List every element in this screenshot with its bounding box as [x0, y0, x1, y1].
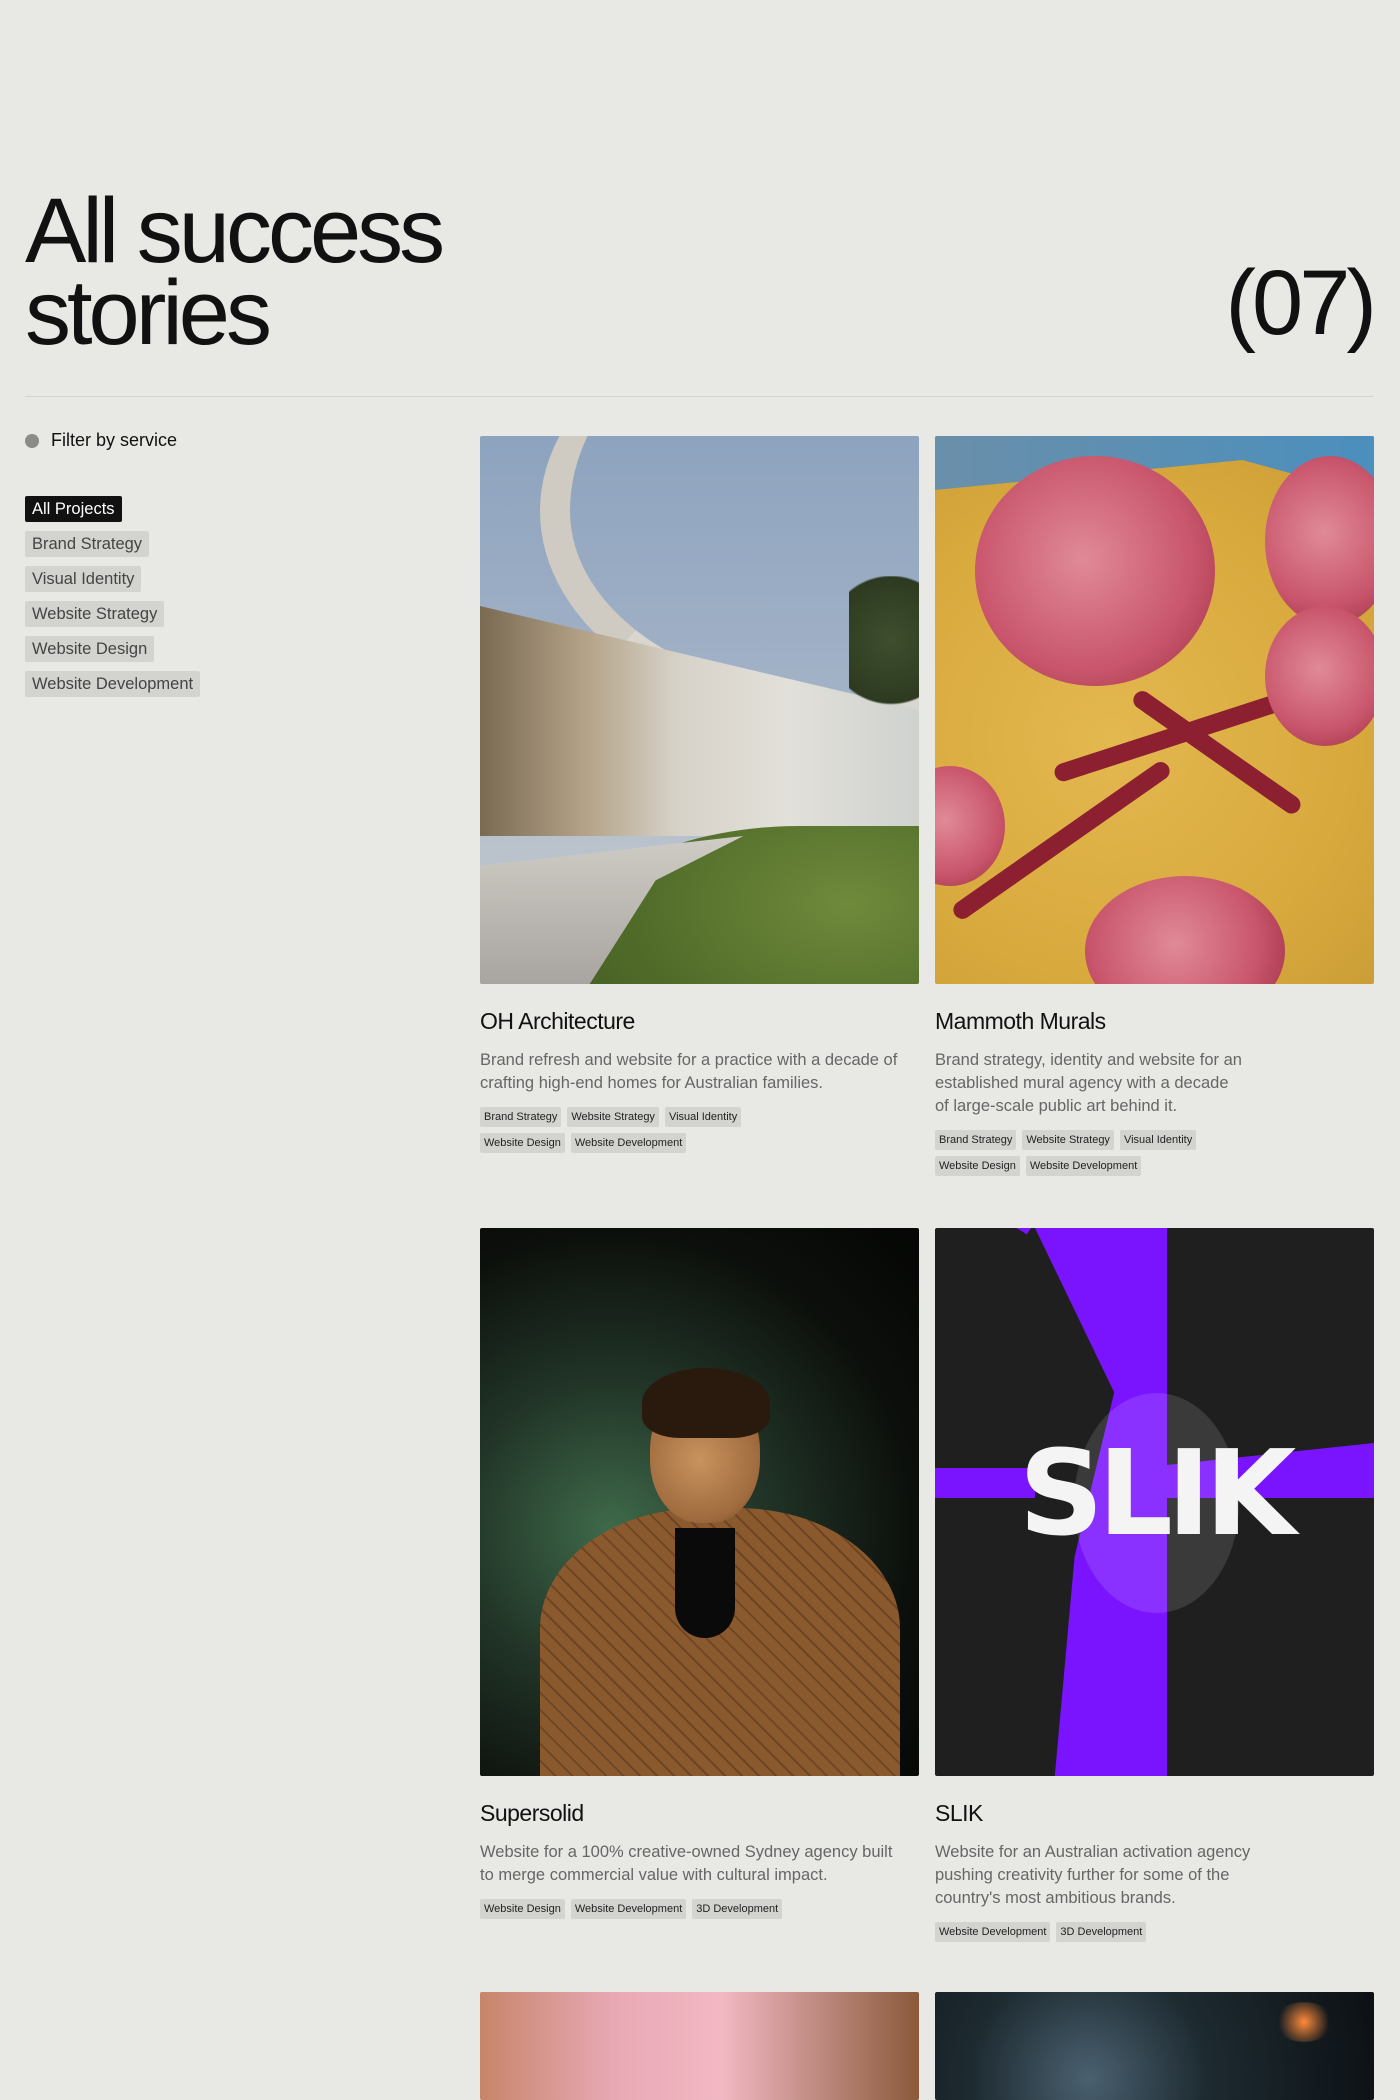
image-glow-shape [1274, 2002, 1334, 2042]
project-tags: Brand Strategy Website Strategy Visual I… [480, 1107, 780, 1153]
filter-heading: Filter by service [25, 430, 177, 451]
project-tag: Website Development [570, 1133, 687, 1153]
project-title[interactable]: OH Architecture [480, 1008, 919, 1035]
project-image-mammoth-murals[interactable] [935, 436, 1374, 984]
project-card-supersolid[interactable]: Supersolid Website for a 100% creative-o… [480, 1228, 919, 1919]
page: All success stories (07) Filter by servi… [0, 0, 1400, 2100]
project-tag: Website Strategy [567, 1107, 659, 1127]
project-tag: Brand Strategy [935, 1130, 1017, 1150]
project-description: Website for a 100% creative-owned Sydney… [480, 1843, 893, 1884]
project-card-partial-6[interactable] [935, 1992, 1374, 2100]
project-tag: 3D Development [1056, 1922, 1147, 1942]
image-hair-shape [642, 1368, 770, 1438]
image-flower-shape [935, 766, 1005, 886]
bullet-dot-icon [25, 433, 39, 448]
project-description: Website for an Australian activation age… [935, 1843, 1251, 1907]
project-image-partial-6[interactable] [935, 1992, 1374, 2100]
project-count: (07) [1225, 252, 1377, 354]
project-tag: Visual Identity [1119, 1130, 1197, 1150]
image-tree-shape [849, 576, 919, 736]
header-divider [25, 396, 1373, 397]
project-tag: Website Strategy [1022, 1130, 1114, 1150]
filter-list: All Projects Brand Strategy Visual Ident… [25, 496, 201, 697]
project-image-partial-5[interactable] [480, 1992, 919, 2100]
project-tag: Website Design [935, 1156, 1020, 1176]
project-tag: 3D Development [692, 1899, 783, 1919]
project-tag: Visual Identity [664, 1107, 742, 1127]
project-image-oh-architecture[interactable] [480, 436, 919, 984]
project-tags: Website Development 3D Development [935, 1922, 1295, 1942]
project-card-partial-5[interactable] [480, 1992, 919, 2100]
project-tag: Website Development [1025, 1156, 1142, 1176]
filter-all-projects[interactable]: All Projects [25, 496, 122, 522]
project-tag: Website Design [480, 1133, 565, 1153]
filter-website-strategy[interactable]: Website Strategy [25, 601, 165, 627]
filter-brand-strategy[interactable]: Brand Strategy [25, 531, 150, 557]
image-flower-shape [1085, 876, 1285, 984]
project-image-slik[interactable]: SLIK [935, 1228, 1374, 1776]
filter-heading-label: Filter by service [51, 430, 178, 450]
project-title[interactable]: Supersolid [480, 1800, 919, 1827]
page-title-line-2: stories [25, 262, 272, 364]
project-description: Brand refresh and website for a practice… [480, 1051, 898, 1092]
slik-logo: SLIK [1018, 1424, 1297, 1562]
filter-website-development[interactable]: Website Development [25, 671, 201, 697]
page-title: All success stories [25, 180, 445, 364]
project-tag: Brand Strategy [480, 1107, 562, 1127]
project-tag: Website Development [935, 1922, 1051, 1942]
project-title[interactable]: Mammoth Murals [935, 1008, 1374, 1035]
filter-visual-identity[interactable]: Visual Identity [25, 566, 142, 592]
project-description: Brand strategy, identity and website for… [935, 1051, 1242, 1115]
project-tag: Website Development [570, 1899, 687, 1919]
project-tag: Website Design [480, 1899, 565, 1919]
image-flower-shape [1265, 606, 1374, 746]
page-title-line-1: All success [25, 180, 445, 282]
project-card-mammoth-murals[interactable]: Mammoth Murals Brand strategy, identity … [935, 436, 1374, 1176]
image-flower-shape [975, 456, 1215, 686]
image-shirt-shape [675, 1528, 735, 1638]
image-flower-shape [1265, 456, 1374, 626]
project-card-slik[interactable]: SLIK SLIK Website for an Australian acti… [935, 1228, 1374, 1942]
project-title[interactable]: SLIK [935, 1800, 1374, 1827]
project-tags: Brand Strategy Website Strategy Visual I… [935, 1130, 1235, 1176]
project-card-oh-architecture[interactable]: OH Architecture Brand refresh and websit… [480, 436, 919, 1153]
filter-website-design[interactable]: Website Design [25, 636, 155, 662]
project-tags: Website Design Website Development 3D De… [480, 1899, 840, 1919]
project-image-supersolid[interactable] [480, 1228, 919, 1776]
